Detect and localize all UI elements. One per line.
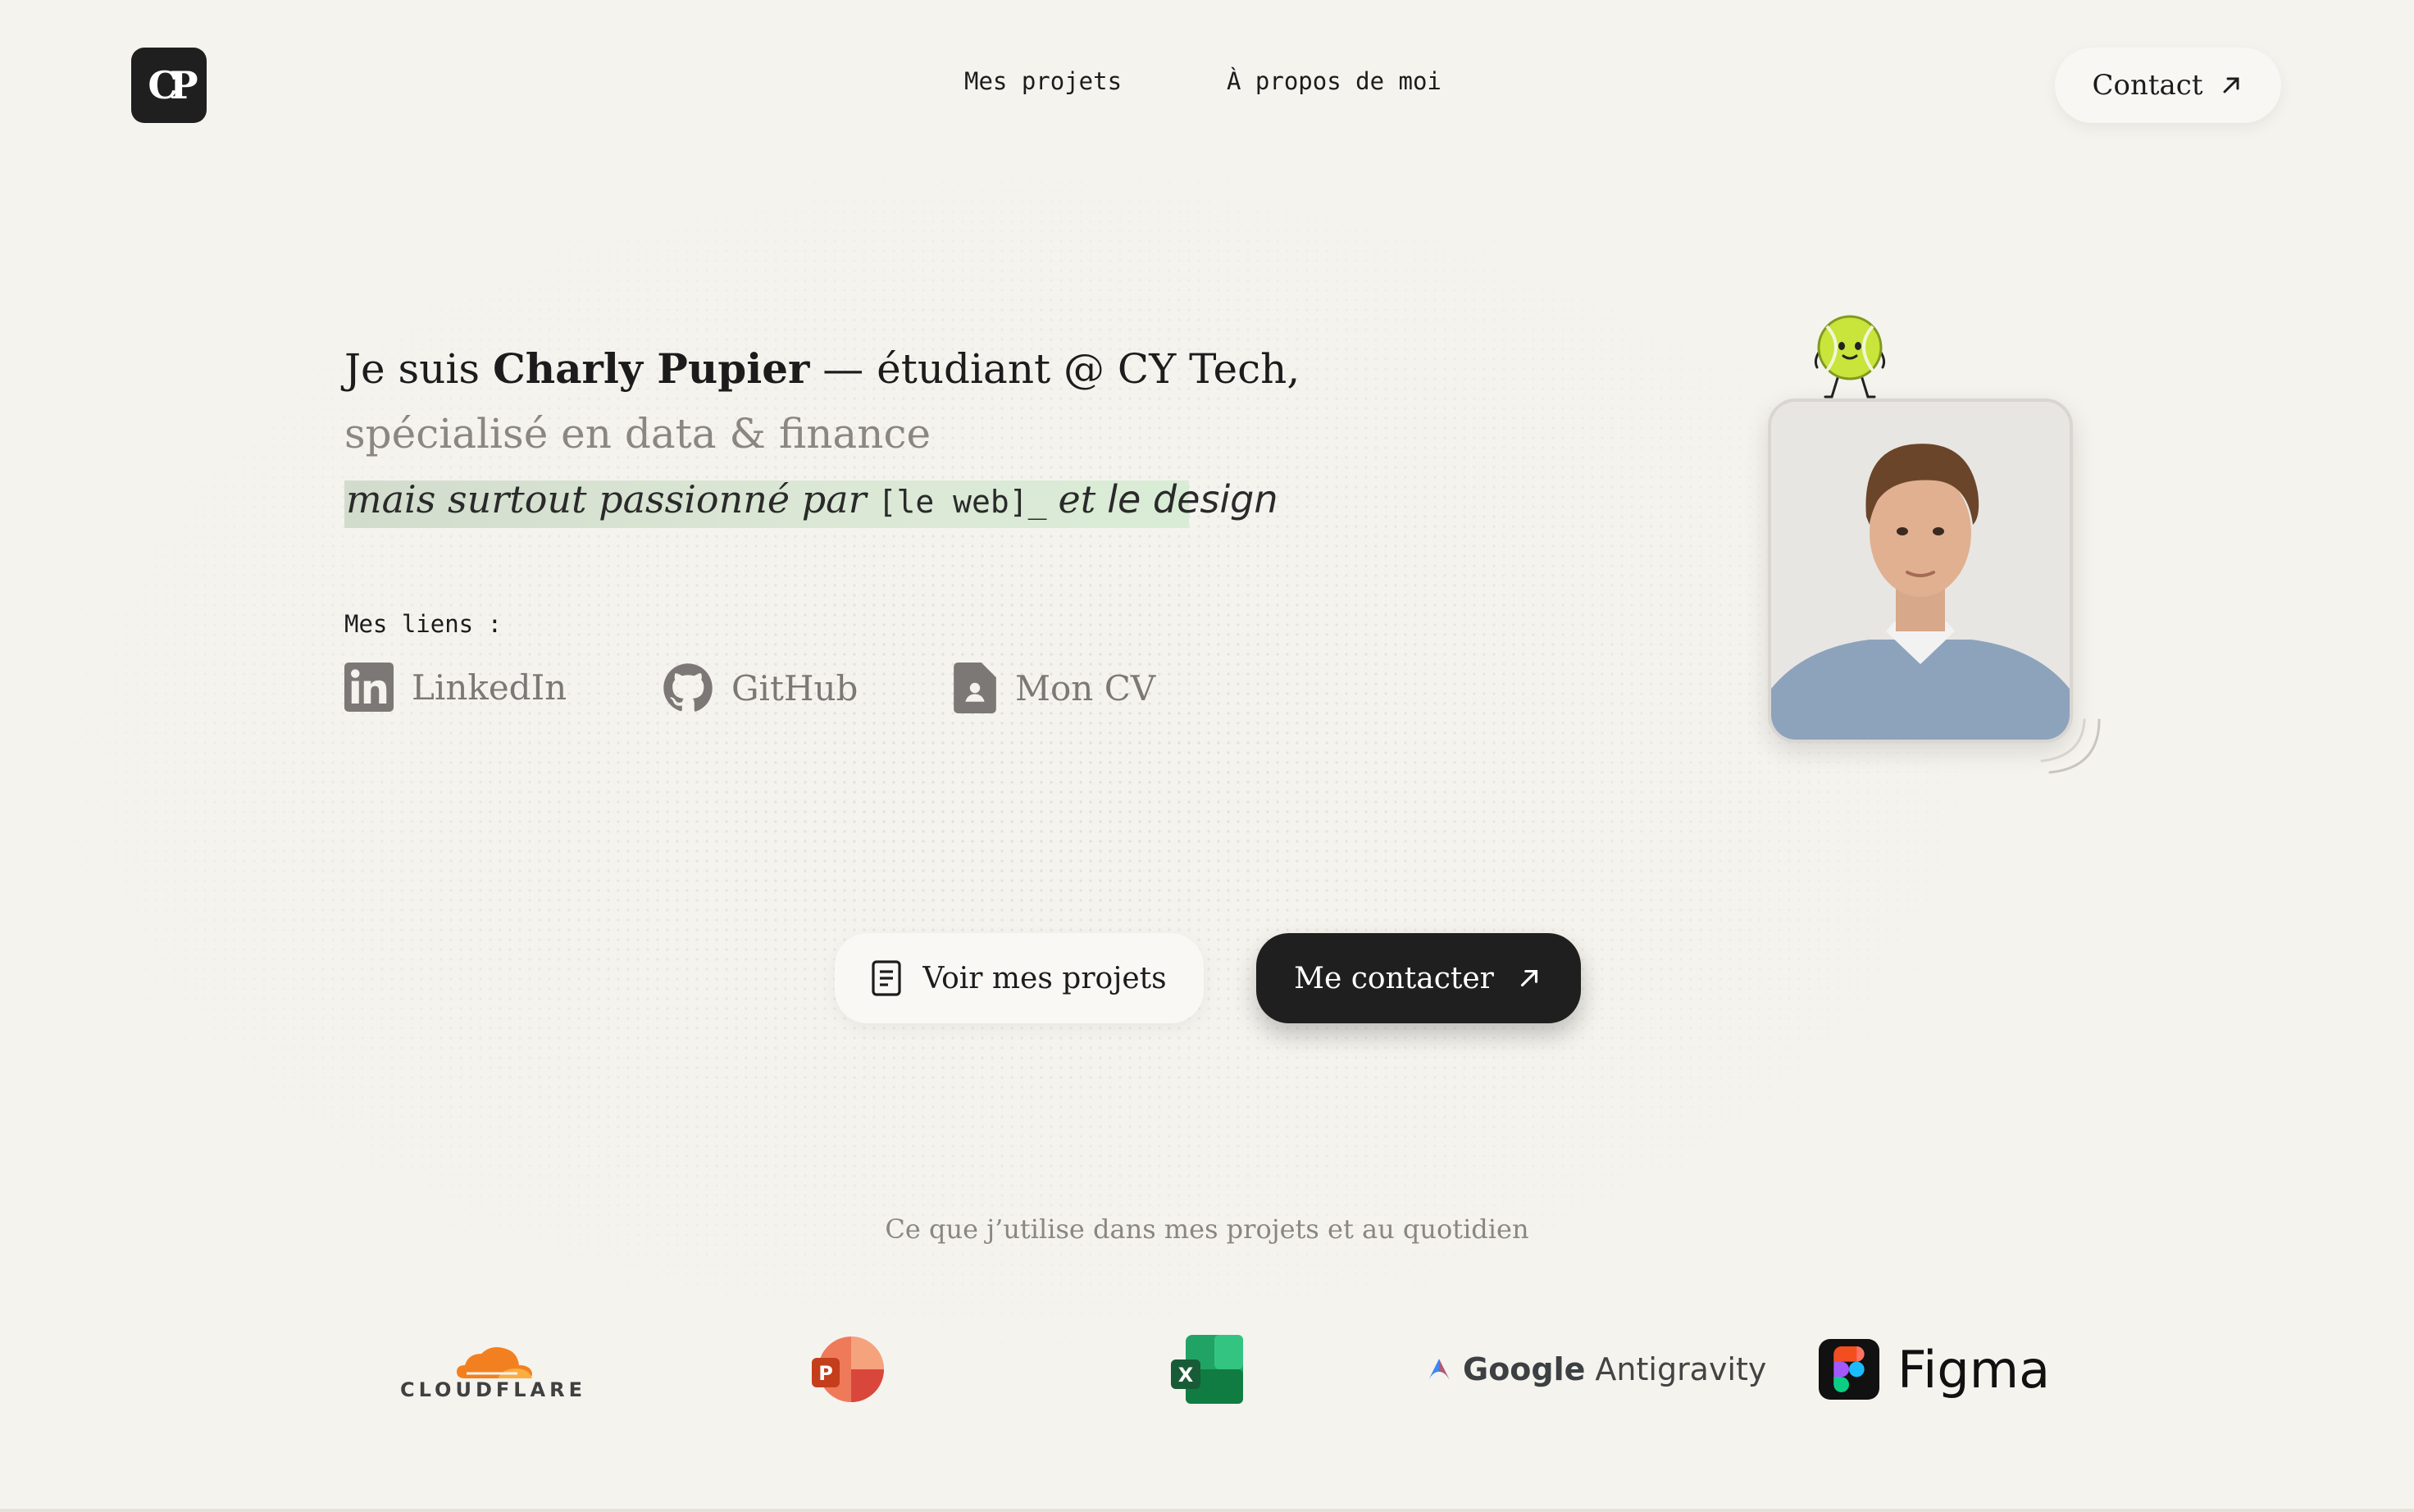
github-link[interactable]: GitHub bbox=[663, 663, 858, 713]
antigravity-wordmark: Antigravity bbox=[1595, 1351, 1767, 1387]
arrow-up-right-icon bbox=[2223, 77, 2239, 93]
linkedin-label: LinkedIn bbox=[412, 667, 567, 708]
page-bottom-edge bbox=[0, 1509, 2414, 1512]
hero-name: Charly Pupier bbox=[492, 344, 810, 393]
nav-link-projects[interactable]: Mes projets bbox=[964, 67, 1122, 95]
passion-et: et bbox=[1058, 477, 1096, 521]
cv-document-icon bbox=[954, 663, 996, 713]
github-label: GitHub bbox=[731, 667, 859, 708]
figma-wordmark: Figma bbox=[1897, 1339, 2051, 1400]
github-icon bbox=[663, 663, 713, 712]
cv-label: Mon CV bbox=[1015, 667, 1156, 708]
hero-passion: mais surtout passionné par [le web]_ et … bbox=[346, 477, 1278, 521]
passion-web: [le web]_ bbox=[877, 484, 1047, 520]
document-icon bbox=[872, 960, 901, 996]
antigravity-a-icon bbox=[1428, 1359, 1450, 1380]
arrow-up-right-icon bbox=[1520, 969, 1537, 987]
site-logo[interactable]: CP bbox=[131, 48, 207, 123]
intro-prefix: Je suis bbox=[344, 345, 481, 393]
passion-prefix: mais surtout passionné par bbox=[346, 477, 867, 521]
linkedin-icon bbox=[344, 663, 394, 712]
cloudflare-wordmark: CLOUDFLARE bbox=[400, 1378, 586, 1401]
powerpoint-icon: P bbox=[810, 1328, 886, 1410]
svg-text:P: P bbox=[818, 1362, 833, 1385]
dotted-background bbox=[33, 148, 2017, 1361]
figma-logo: Figma bbox=[1819, 1328, 2050, 1410]
google-wordmark: Google bbox=[1463, 1351, 1586, 1387]
view-projects-button[interactable]: Voir mes projets bbox=[835, 933, 1204, 1023]
contact-me-label: Me contacter bbox=[1294, 961, 1494, 995]
cv-link[interactable]: Mon CV bbox=[953, 663, 1155, 713]
hero-specialty: spécialisé en data & finance bbox=[344, 410, 931, 458]
excel-icon: X bbox=[1169, 1328, 1248, 1410]
links-title: Mes liens : bbox=[344, 610, 503, 638]
view-projects-label: Voir mes projets bbox=[922, 961, 1167, 995]
contact-me-button[interactable]: Me contacter bbox=[1256, 933, 1581, 1023]
header-contact-button[interactable]: Contact bbox=[2055, 48, 2281, 123]
svg-text:X: X bbox=[1178, 1364, 1194, 1387]
figma-icon bbox=[1819, 1339, 1879, 1400]
tennis-ball-mascot-icon bbox=[1814, 315, 1886, 398]
google-antigravity-logo: Google Antigravity bbox=[1425, 1328, 1766, 1410]
cloudflare-logo: CLOUDFLARE bbox=[400, 1328, 586, 1410]
passion-design: le design bbox=[1107, 477, 1278, 521]
hero-intro: Je suis Charly Pupier — étudiant @ CY Te… bbox=[344, 344, 1300, 393]
decorative-arc bbox=[2040, 718, 2101, 774]
tools-caption: Ce que j’utilise dans mes projets et au … bbox=[885, 1214, 1529, 1245]
nav-link-about[interactable]: À propos de moi bbox=[1227, 67, 1442, 95]
linkedin-link[interactable]: LinkedIn bbox=[344, 663, 567, 712]
cloudflare-cloud-icon bbox=[456, 1347, 532, 1378]
intro-suffix: — étudiant @ CY Tech, bbox=[822, 345, 1300, 393]
header-contact-label: Contact bbox=[2092, 69, 2203, 102]
